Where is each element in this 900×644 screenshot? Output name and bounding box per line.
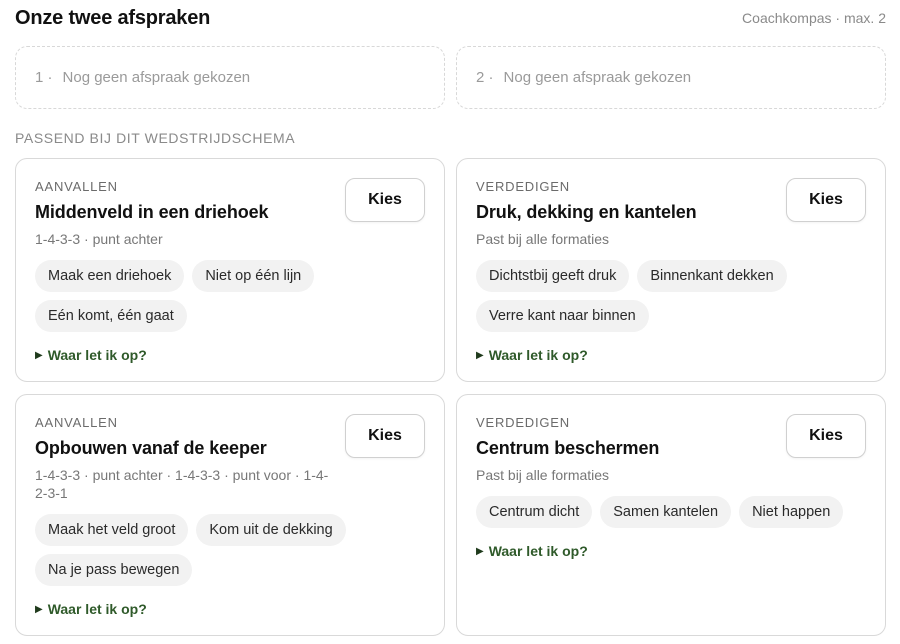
triangle-right-icon: ▶	[35, 349, 43, 361]
card-category: AANVALLEN	[35, 415, 118, 430]
chip: Binnenkant dekken	[637, 260, 787, 292]
agreement-card: VERDEDIGEN Centrum beschermen Past bij a…	[456, 394, 886, 636]
chip-list: Maak een driehoek Niet op één lijn Eén k…	[35, 260, 365, 332]
header-meta: Coachkompas · max. 2	[742, 10, 886, 26]
chip: Dichtstbij geeft druk	[476, 260, 630, 292]
chip: Maak een driehoek	[35, 260, 185, 292]
agreement-card: VERDEDIGEN Druk, dekking en kantelen Pas…	[456, 158, 886, 382]
triangle-right-icon: ▶	[476, 349, 484, 361]
tips-toggle-label: Waar let ik op?	[47, 347, 147, 363]
chip: Niet op één lijn	[192, 260, 315, 292]
chip: Maak het veld groot	[35, 514, 189, 546]
card-title: Middenveld in een driehoek	[35, 202, 269, 222]
chip: Eén komt, één gaat	[35, 300, 187, 332]
agreement-slot-1[interactable]: 1 · Nog geen afspraak gekozen	[15, 46, 445, 109]
chip: Niet happen	[739, 496, 844, 528]
chip: Na je pass bewegen	[35, 554, 193, 586]
card-subtitle: Past bij alle formaties	[476, 231, 610, 247]
card-category: AANVALLEN	[35, 179, 118, 194]
chip: Centrum dicht	[476, 496, 593, 528]
chip-list: Maak het veld groot Kom uit de dekking N…	[35, 514, 365, 586]
slot-text: Nog geen afspraak gekozen	[62, 69, 251, 86]
tips-toggle[interactable]: ▶ Waar let ik op?	[35, 601, 147, 617]
tips-toggle[interactable]: ▶ Waar let ik op?	[476, 347, 588, 363]
card-category: VERDEDIGEN	[476, 415, 570, 430]
card-title: Opbouwen vanaf de keeper	[35, 438, 267, 458]
choose-button[interactable]: Kies	[786, 178, 866, 222]
tips-toggle-label: Waar let ik op?	[47, 601, 147, 617]
chip-list: Centrum dicht Samen kantelen Niet happen	[476, 496, 876, 528]
card-subtitle: 1-4-3-3 · punt achter · 1-4-3-3 · punt v…	[35, 467, 329, 501]
card-title: Centrum beschermen	[476, 438, 660, 458]
card-subtitle: 1-4-3-3 · punt achter	[35, 231, 163, 247]
agreement-card: AANVALLEN Opbouwen vanaf de keeper 1-4-3…	[15, 394, 445, 636]
card-subtitle: Past bij alle formaties	[476, 467, 610, 483]
page-title: Onze twee afspraken	[15, 6, 211, 29]
card-category: VERDEDIGEN	[476, 179, 570, 194]
chip: Samen kantelen	[600, 496, 732, 528]
triangle-right-icon: ▶	[476, 545, 484, 557]
card-title: Druk, dekking en kantelen	[476, 202, 697, 222]
slot-number: 1 ·	[35, 69, 53, 86]
agreement-card: AANVALLEN Middenveld in een driehoek 1-4…	[15, 158, 445, 382]
chip-list: Dichtstbij geeft druk Binnenkant dekken …	[476, 260, 806, 332]
chip: Verre kant naar binnen	[476, 300, 649, 332]
section-label: PASSEND BIJ DIT WEDSTRIJDSCHEMA	[15, 130, 296, 146]
slot-text: Nog geen afspraak gekozen	[503, 69, 692, 86]
triangle-right-icon: ▶	[35, 603, 43, 615]
tips-toggle[interactable]: ▶ Waar let ik op?	[476, 543, 588, 559]
page: Onze twee afspraken Coachkompas · max. 2…	[0, 0, 900, 644]
header: Onze twee afspraken Coachkompas · max. 2	[15, 6, 886, 30]
tips-toggle[interactable]: ▶ Waar let ik op?	[35, 347, 147, 363]
agreement-slot-2[interactable]: 2 · Nog geen afspraak gekozen	[456, 46, 886, 109]
tips-toggle-label: Waar let ik op?	[488, 543, 588, 559]
tips-toggle-label: Waar let ik op?	[488, 347, 588, 363]
choose-button[interactable]: Kies	[345, 414, 425, 458]
choose-button[interactable]: Kies	[345, 178, 425, 222]
chip: Kom uit de dekking	[196, 514, 346, 546]
choose-button[interactable]: Kies	[786, 414, 866, 458]
slot-number: 2 ·	[476, 69, 494, 86]
